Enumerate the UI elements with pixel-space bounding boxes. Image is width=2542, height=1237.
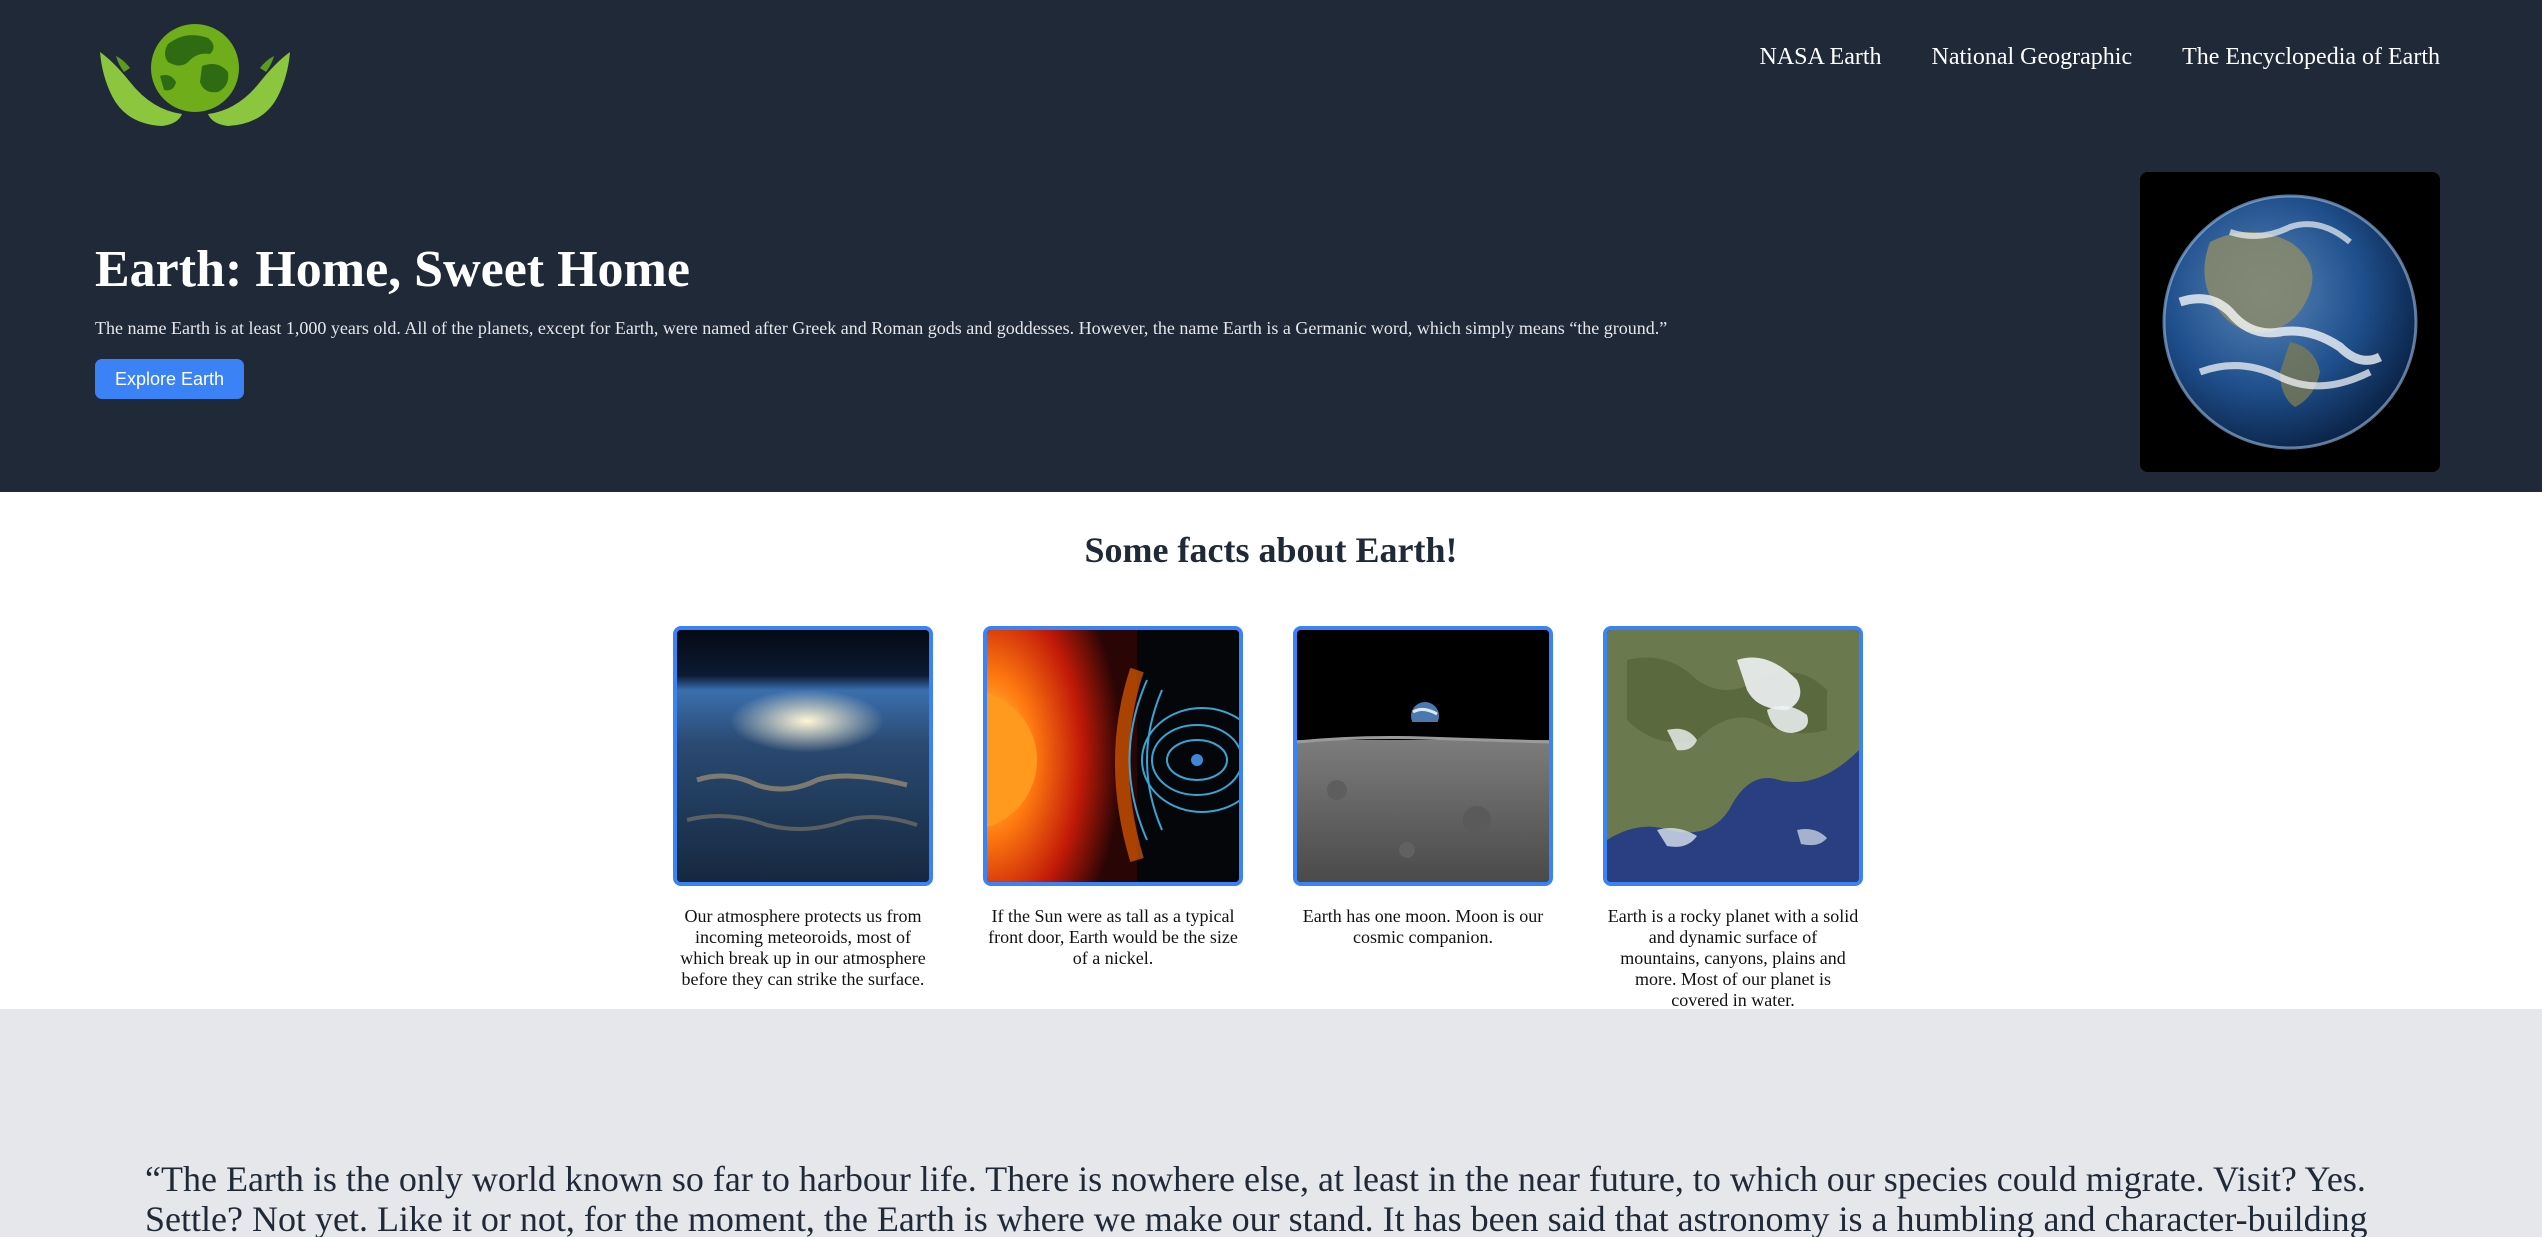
fact-text: Our atmosphere protects us from incoming… [680, 906, 926, 989]
fact-text: If the Sun were as tall as a typical fro… [988, 906, 1238, 968]
earth-atmosphere-image [673, 626, 933, 886]
explore-earth-button[interactable]: Explore Earth [95, 359, 244, 399]
fact-text: Earth is a rocky planet with a solid and… [1607, 906, 1859, 1010]
hero-title: Earth: Home, Sweet Home [95, 241, 690, 298]
facts-title: Some facts about Earth! [1084, 530, 1458, 570]
nav-link-national-geographic[interactable]: National Geographic [1932, 40, 2133, 74]
fact-card: Earth has one moon. Moon is our cosmic c… [1293, 626, 1553, 948]
earthrise-moon-image [1293, 626, 1553, 886]
quote-section: “The Earth is the only world known so fa… [0, 1009, 2542, 1237]
earth-quote: “The Earth is the only world known so fa… [145, 1159, 2368, 1237]
top-nav: NASA Earth National Geographic The Encyc… [1760, 40, 2440, 74]
satellite-coastline-image [1603, 626, 1863, 886]
fact-text: Earth has one moon. Moon is our cosmic c… [1302, 906, 1544, 947]
fact-card: Earth is a rocky planet with a solid and… [1603, 626, 1863, 1011]
earth-hands-logo-icon[interactable] [98, 16, 292, 128]
hero-header: NASA Earth National Geographic The Encyc… [0, 0, 2542, 492]
fact-card: If the Sun were as tall as a typical fro… [983, 626, 1243, 969]
hero-description: The name Earth is at least 1,000 years o… [95, 318, 1668, 338]
fact-card: Our atmosphere protects us from incoming… [673, 626, 933, 990]
nav-link-encyclopedia-of-earth[interactable]: The Encyclopedia of Earth [2182, 40, 2440, 74]
earth-globe-image [2140, 172, 2440, 472]
sun-earth-magnetosphere-image [983, 626, 1243, 886]
nav-link-nasa-earth[interactable]: NASA Earth [1760, 40, 1882, 74]
